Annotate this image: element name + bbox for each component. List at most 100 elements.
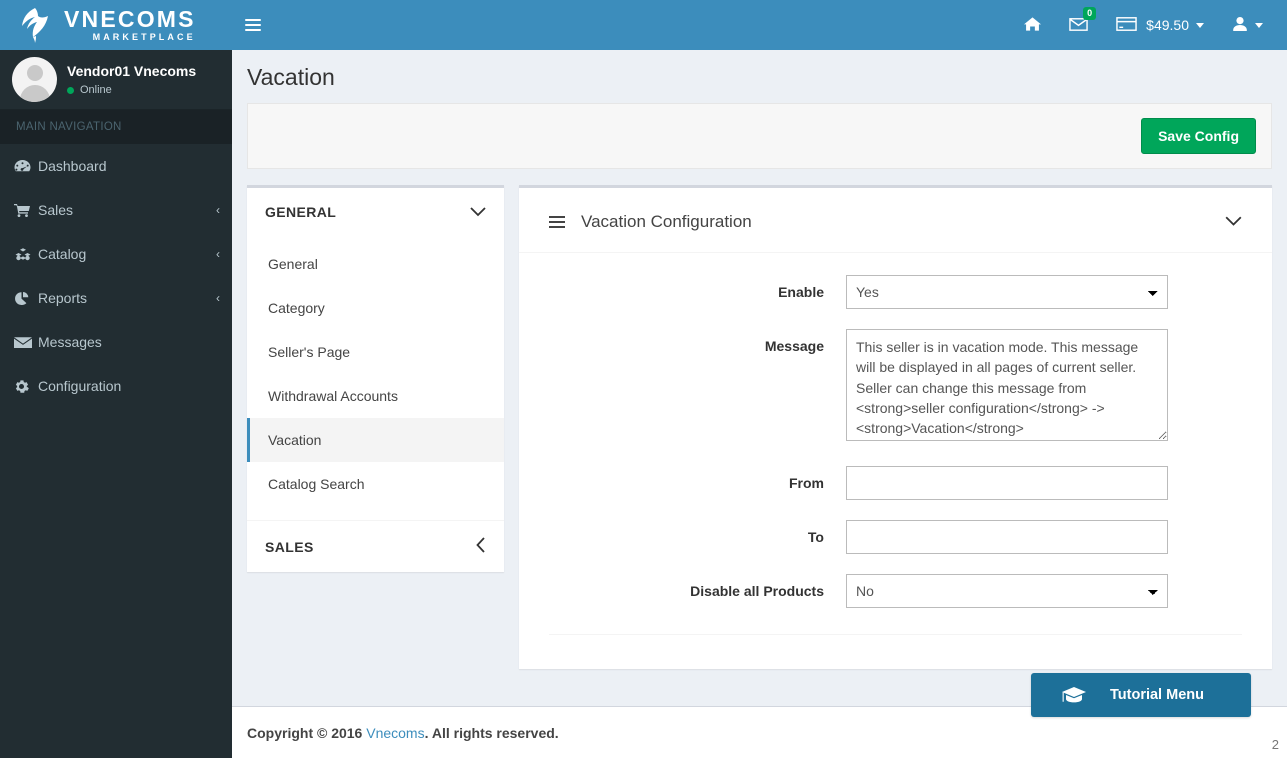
sidebar-item-label: Dashboard (38, 158, 107, 174)
brand-tagline: MARKETPLACE (92, 32, 196, 42)
config-item-category[interactable]: Category (247, 286, 504, 330)
page-title: Vacation (247, 64, 335, 90)
panel-divider (549, 634, 1242, 635)
config-group-title: SALES (265, 538, 314, 555)
dashboard-icon (14, 159, 38, 174)
copyright-prefix: Copyright © 2016 (247, 724, 363, 741)
sidebar-toggle-button[interactable] (232, 0, 274, 50)
config-item-catalog-search[interactable]: Catalog Search (247, 462, 504, 506)
sidebar-item-messages[interactable]: Messages (0, 320, 232, 364)
user-icon (1232, 16, 1248, 35)
chevron-down-icon[interactable] (1225, 212, 1242, 232)
online-dot-icon (67, 86, 74, 94)
user-status: Online (67, 84, 196, 96)
save-config-button[interactable]: Save Config (1141, 118, 1256, 154)
chevron-down-icon (1196, 22, 1204, 28)
messages-button[interactable]: 0 (1055, 0, 1102, 50)
sidebar-item-reports[interactable]: Reports ‹ (0, 276, 232, 320)
user-menu-button[interactable] (1218, 0, 1277, 50)
form-row-enable: Enable Yes No (549, 275, 1242, 309)
enable-label: Enable (778, 284, 824, 300)
page-header: Vacation (232, 50, 1287, 103)
chevron-down-icon[interactable] (470, 205, 486, 220)
navbar-right-menu: 0 $49.50 (1010, 0, 1287, 50)
cubes-icon (14, 247, 38, 262)
vnecoms-link[interactable]: Vnecoms (366, 725, 424, 741)
home-icon (1024, 16, 1042, 35)
from-input[interactable] (846, 466, 1168, 500)
top-navbar: 0 $49.50 (232, 0, 1287, 50)
sidebar-arrow: ‹ (216, 203, 220, 217)
config-group-items: General Category Seller's Page Withdrawa… (247, 236, 504, 520)
sidebar-arrow: ‹ (216, 247, 220, 261)
enable-select[interactable]: Yes No (846, 275, 1168, 309)
message-label: Message (764, 338, 824, 354)
config-item-withdrawal-accounts[interactable]: Withdrawal Accounts (247, 374, 504, 418)
gear-icon (14, 379, 38, 394)
disable-all-products-label: Disable all Products (690, 583, 824, 599)
config-item-sellers-page[interactable]: Seller's Page (247, 330, 504, 374)
panel-body: Enable Yes No Message This seller is in … (519, 253, 1272, 669)
from-label: From (789, 475, 824, 491)
config-columns: GENERAL General Category Seller's Page W… (247, 185, 1272, 669)
config-nav-box: GENERAL General Category Seller's Page W… (247, 185, 504, 572)
sidebar-item-label: Messages (38, 334, 102, 350)
sidebar-item-label: Configuration (38, 378, 122, 394)
home-button[interactable] (1010, 0, 1055, 50)
config-group-title: GENERAL (265, 204, 337, 220)
tutorial-menu-label: Tutorial Menu (1110, 687, 1204, 703)
vacation-configuration-panel: Vacation Configuration Enable Yes No (519, 185, 1272, 669)
sidebar-item-configuration[interactable]: Configuration (0, 364, 232, 408)
tutorial-menu-button[interactable]: Tutorial Menu (1031, 673, 1251, 717)
config-item-general[interactable]: General (247, 242, 504, 286)
config-group-general: GENERAL General Category Seller's Page W… (247, 188, 504, 521)
form-row-message: Message This seller is in vacation mode.… (549, 329, 1242, 446)
envelope-icon (14, 336, 38, 349)
config-item-vacation[interactable]: Vacation (247, 418, 504, 462)
credit-amount: $49.50 (1146, 17, 1189, 33)
copyright-suffix: . All rights reserved. (424, 724, 559, 741)
brand-name: VNECOMS (64, 6, 196, 32)
form-row-to: To (549, 520, 1242, 554)
page-number: 2 (1271, 737, 1279, 752)
message-textarea[interactable]: This seller is in vacation mode. This me… (846, 329, 1168, 441)
credit-card-icon (1116, 16, 1137, 35)
save-config-bar: Save Config (247, 103, 1272, 169)
form-row-disable-all-products: Disable all Products No Yes (549, 574, 1242, 608)
copyright-text: Copyright © 2016 Vnecoms. All rights res… (247, 725, 559, 741)
brand-logo[interactable]: VNECOMS MARKETPLACE (0, 0, 232, 50)
sidebar-item-sales[interactable]: Sales ‹ (0, 188, 232, 232)
sidebar-item-label: Reports (38, 290, 88, 306)
cart-icon (14, 203, 38, 218)
graduation-cap-icon (1061, 685, 1087, 705)
left-sidebar: VNECOMS MARKETPLACE Vendor01 Vnecoms Onl… (0, 0, 232, 758)
hamburger-icon (245, 16, 261, 34)
to-input[interactable] (846, 520, 1168, 554)
vnecoms-leaf-logo-icon (14, 4, 56, 46)
config-group-header[interactable]: GENERAL (247, 188, 504, 236)
sidebar-item-label: Sales (38, 202, 74, 218)
sidebar-item-label: Catalog (38, 246, 87, 262)
user-panel[interactable]: Vendor01 Vnecoms Online (0, 50, 232, 110)
avatar (12, 57, 57, 102)
content-area: Vacation Save Config GENERAL General Cat… (232, 50, 1287, 758)
chevron-left-icon[interactable] (476, 537, 486, 556)
config-group-header[interactable]: SALES (247, 521, 504, 572)
panel-title: Vacation Configuration (581, 212, 752, 231)
to-label: To (807, 529, 824, 545)
disable-all-products-select[interactable]: No Yes (846, 574, 1168, 608)
bars-icon (549, 213, 565, 231)
sidebar-section-title: MAIN NAVIGATION (0, 110, 232, 144)
credit-balance-button[interactable]: $49.50 (1102, 0, 1218, 50)
user-status-label: Online (80, 84, 112, 96)
sidebar-arrow: ‹ (216, 291, 220, 305)
sidebar-item-catalog[interactable]: Catalog ‹ (0, 232, 232, 276)
user-name: Vendor01 Vnecoms (67, 63, 197, 79)
form-row-from: From (549, 466, 1242, 500)
sidebar-item-dashboard[interactable]: Dashboard (0, 144, 232, 188)
messages-badge: 0 (1083, 7, 1097, 20)
config-group-sales: SALES (247, 521, 504, 572)
config-nav-column: GENERAL General Category Seller's Page W… (247, 185, 504, 572)
config-form-column: Vacation Configuration Enable Yes No (519, 185, 1272, 669)
panel-header: Vacation Configuration (519, 188, 1272, 253)
